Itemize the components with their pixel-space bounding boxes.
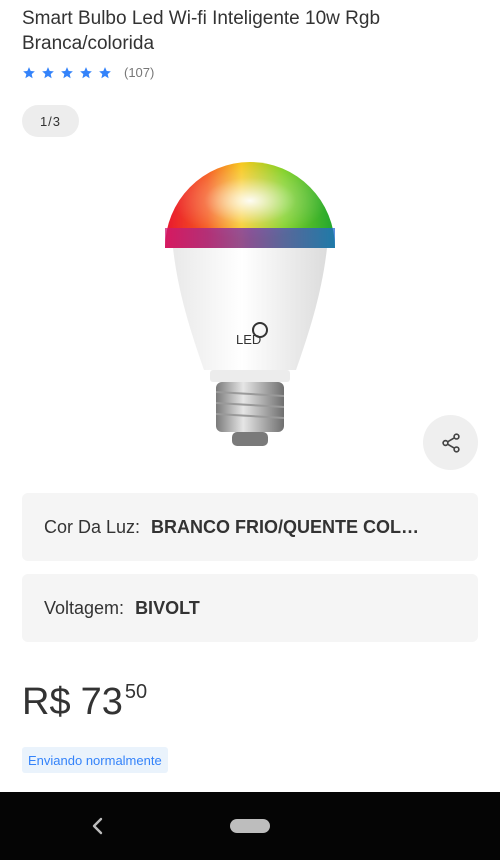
star-icon: [61, 66, 73, 78]
price-whole: 73: [80, 681, 123, 723]
rating-stars: [22, 66, 112, 80]
product-image[interactable]: LED: [160, 122, 340, 457]
voltage-value: BIVOLT: [135, 597, 200, 618]
svg-text:LED: LED: [236, 332, 261, 347]
voltage-variation-selector[interactable]: Voltagem: BIVOLT: [22, 574, 478, 642]
voltage-label: Voltagem:: [44, 597, 125, 618]
home-pill[interactable]: [230, 819, 270, 833]
back-icon[interactable]: [88, 814, 108, 838]
star-icon: [80, 66, 92, 78]
product-title: Smart Bulbo Led Wi-fi Inteligente 10w Rg…: [22, 8, 381, 54]
star-icon: [23, 66, 35, 78]
star-icon: [42, 66, 54, 78]
shipping-status-badge: Enviando normalmente: [22, 747, 168, 773]
system-navigation-bar: [0, 792, 500, 860]
price-currency: R$: [22, 681, 71, 723]
color-variation-selector[interactable]: Cor Da Luz: BRANCO FRIO/QUENTE COLORIDA: [22, 493, 478, 561]
price-cents: 50: [124, 681, 148, 703]
color-value: BRANCO FRIO/QUENTE COLORIDA: [151, 516, 432, 537]
price: R$ 73 50: [22, 680, 147, 724]
rating[interactable]: (107): [22, 65, 154, 80]
share-button[interactable]: [423, 415, 478, 470]
review-count: (107): [124, 65, 155, 80]
share-icon: [441, 432, 460, 453]
image-counter: 1/3: [22, 105, 79, 137]
color-label: Cor Da Luz:: [44, 516, 141, 537]
star-icon: [99, 66, 111, 78]
